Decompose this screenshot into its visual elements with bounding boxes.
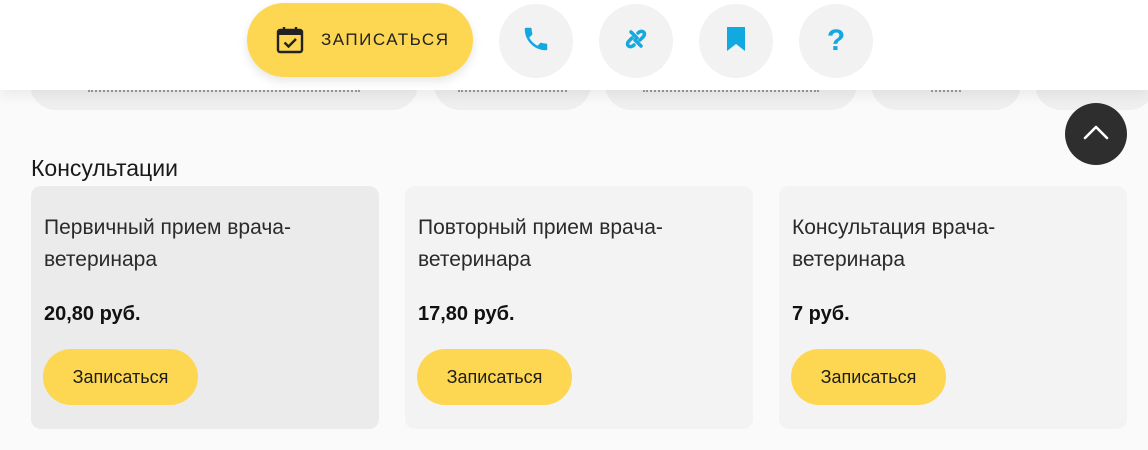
service-title: Первичный прием врача-ветеринара [44,216,291,271]
service-card[interactable]: Консультация врача-ветеринара 7 руб. Зап… [779,186,1127,429]
book-service-button[interactable]: Записаться [791,349,946,405]
service-title: Повторный прием врача-ветеринара [418,216,663,271]
service-price: 20,80 руб. [44,303,141,325]
service-card[interactable]: Повторный прием врача-ветеринара 17,80 р… [405,186,753,429]
question-icon: ? [826,24,846,57]
book-service-button[interactable]: Записаться [43,349,198,405]
service-price: 17,80 руб. [418,303,515,325]
calendar-check-icon [275,25,305,55]
bookmark-button[interactable] [699,4,773,78]
service-title: Консультация врача-ветеринара [792,216,996,271]
phone-icon [521,24,551,59]
bookmark-icon [725,25,747,58]
help-button[interactable]: ? [799,4,873,78]
book-appointment-label: ЗАПИСАТЬСЯ [321,30,450,49]
book-service-button[interactable]: Записаться [417,349,572,405]
phone-button[interactable] [499,4,573,78]
action-toolbar: ЗАПИСАТЬСЯ ? [0,0,1148,90]
service-card[interactable]: Первичный прием врача-ветеринара 20,80 р… [31,186,379,429]
link-icon [620,23,652,60]
section-title: Консультации [31,155,178,181]
chevron-up-icon [1082,123,1110,146]
service-price: 7 руб. [792,303,850,325]
share-link-button[interactable] [599,4,673,78]
book-appointment-button[interactable]: ЗАПИСАТЬСЯ [247,3,473,77]
scroll-to-top-button[interactable] [1065,103,1127,165]
